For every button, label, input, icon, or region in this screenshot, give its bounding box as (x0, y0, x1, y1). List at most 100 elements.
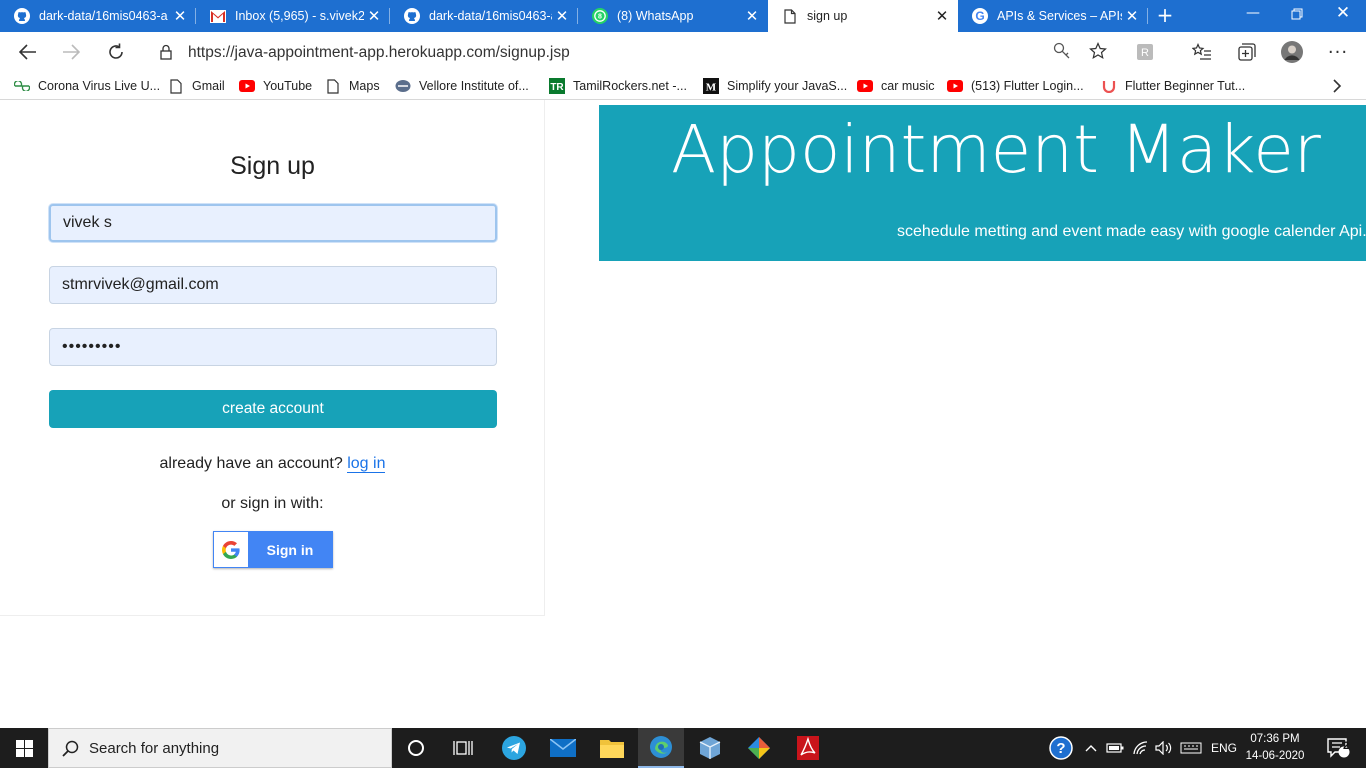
vit-icon (395, 78, 411, 94)
login-link[interactable]: log in (347, 455, 386, 473)
battery-icon[interactable] (1104, 728, 1126, 768)
bookmark-item[interactable]: Gmail (168, 76, 225, 96)
google-g-icon (214, 532, 248, 567)
edge-icon[interactable] (638, 728, 684, 768)
page-title: Sign up (230, 152, 315, 180)
cortana-icon[interactable] (393, 728, 439, 768)
virtualbox-icon[interactable] (687, 728, 733, 768)
avatar[interactable] (1280, 40, 1304, 64)
close-icon[interactable]: ✕ (742, 7, 762, 25)
create-account-button[interactable]: create account (49, 390, 497, 428)
new-tab-icon[interactable]: + (1152, 0, 1178, 32)
gfg-icon (14, 78, 30, 94)
google-sign-in-label: Sign in (266, 541, 314, 558)
telegram-icon[interactable] (491, 728, 537, 768)
task-view-icon[interactable] (440, 728, 486, 768)
clock[interactable]: 07:36 PM 14-06-2020 (1240, 731, 1310, 765)
google-sign-in-button[interactable]: Sign in (213, 531, 333, 568)
bookmark-item[interactable]: car music (857, 76, 934, 96)
app-banner: Appointment Maker scehedule metting and … (599, 105, 1366, 261)
gitkraken-icon[interactable] (736, 728, 782, 768)
lock-icon[interactable] (160, 44, 172, 64)
email-field[interactable] (49, 266, 497, 304)
google-icon: G (972, 8, 988, 24)
windows-start-icon[interactable] (0, 728, 48, 768)
page-content: Sign up create account already have an a… (0, 100, 1366, 728)
chevron-right-icon[interactable] (1332, 76, 1342, 96)
tab-github-2[interactable]: dark-data/16mis0463-a ✕ (390, 0, 578, 32)
wifi-icon[interactable] (1130, 728, 1152, 768)
close-icon[interactable]: ✕ (552, 7, 572, 25)
bookmark-item[interactable]: Flutter Beginner Tut... (1101, 76, 1245, 96)
signup-card: Sign up create account already have an a… (0, 100, 545, 616)
notification-count: 2 (1342, 740, 1350, 752)
page-icon (325, 78, 341, 94)
bookmark-item[interactable]: TR TamilRockers.net -... (549, 76, 687, 96)
youtube-icon (947, 78, 963, 94)
or-sign-in-text: or sign in with: (221, 495, 324, 512)
tab-whatsapp[interactable]: 8 (8) WhatsApp ✕ (578, 0, 768, 32)
help-icon[interactable]: ? (1046, 728, 1076, 768)
svg-text:G: G (975, 9, 984, 23)
bookmark-label: car music (881, 79, 935, 93)
navigation-bar: https://java-appointment-app.herokuapp.c… (0, 32, 1366, 72)
name-field[interactable] (49, 204, 497, 242)
browser-tab-bar: dark-data/16mis0463-a ✕ Inbox (5,965) - … (0, 0, 1366, 32)
window-close-icon[interactable]: ✕ (1320, 0, 1366, 32)
extension-icon[interactable]: R (1133, 40, 1157, 64)
search-placeholder: Search for anything (89, 740, 220, 757)
chevron-up-icon[interactable] (1082, 728, 1100, 768)
github-icon (404, 8, 420, 24)
restore-icon[interactable] (1274, 0, 1320, 32)
back-icon[interactable] (12, 38, 44, 66)
github-icon (14, 8, 30, 24)
bookmark-item[interactable]: YouTube (239, 76, 312, 96)
close-icon[interactable]: ✕ (1122, 7, 1142, 25)
bookmark-item[interactable]: Maps (325, 76, 380, 96)
bookmark-label: TamilRockers.net -... (573, 79, 687, 93)
close-icon[interactable]: ✕ (364, 7, 384, 25)
forward-icon[interactable] (55, 38, 87, 66)
taskbar-search-input[interactable]: Search for anything (48, 728, 392, 768)
address-bar[interactable]: https://java-appointment-app.herokuapp.c… (146, 36, 1120, 68)
tab-github-1[interactable]: dark-data/16mis0463-a ✕ (0, 0, 196, 32)
bookmark-item[interactable]: (513) Flutter Login... (947, 76, 1084, 96)
bookmarks-bar: Corona Virus Live U... Gmail YouTube Map… (0, 72, 1366, 100)
mail-icon[interactable] (540, 728, 586, 768)
banner-title: Appointment Maker (671, 111, 1321, 188)
favorite-star-icon[interactable] (1086, 39, 1110, 63)
bookmark-item[interactable]: Corona Virus Live U... (14, 76, 160, 96)
svg-text:M: M (706, 82, 717, 94)
password-field[interactable] (49, 328, 497, 366)
close-icon[interactable]: ✕ (932, 7, 952, 25)
tab-sign-up[interactable]: sign up ✕ (768, 0, 958, 32)
clock-date: 14-06-2020 (1245, 750, 1305, 762)
svg-text:R: R (1141, 47, 1149, 59)
bookmark-label: YouTube (263, 79, 313, 93)
language-indicator[interactable]: ENG (1208, 728, 1240, 768)
keyboard-icon[interactable] (1178, 728, 1204, 768)
more-menu-icon[interactable]: ··· (1326, 40, 1350, 64)
bookmark-item[interactable]: M Simplify your JavaS... (703, 76, 847, 96)
bookmark-label: Corona Virus Live U... (38, 79, 161, 93)
bookmark-label: Gmail (192, 79, 225, 93)
file-explorer-icon[interactable] (589, 728, 635, 768)
tab-title: sign up (807, 9, 848, 23)
key-icon[interactable] (1050, 39, 1074, 63)
acrobat-icon[interactable] (785, 728, 831, 768)
page-icon (168, 78, 184, 94)
url-text: https://java-appointment-app.herokuapp.c… (188, 44, 570, 61)
volume-icon[interactable] (1153, 728, 1175, 768)
collections-icon[interactable] (1235, 40, 1259, 64)
favorites-list-icon[interactable] (1190, 40, 1214, 64)
notifications-icon[interactable]: 2 (1318, 728, 1358, 768)
svg-text:TR: TR (550, 82, 564, 93)
taskbar: Search for anything ? ENG 07:36 PM 14-06… (0, 728, 1366, 768)
udemy-icon (1101, 78, 1117, 94)
refresh-icon[interactable] (100, 38, 132, 66)
tab-gmail[interactable]: Inbox (5,965) - s.vivek20 ✕ (196, 0, 390, 32)
minimize-icon[interactable]: — (1230, 0, 1276, 32)
bookmark-item[interactable]: Vellore Institute of... (395, 76, 529, 96)
close-icon[interactable]: ✕ (170, 7, 190, 25)
tab-apis[interactable]: G APIs & Services – APIs & ✕ (958, 0, 1148, 32)
